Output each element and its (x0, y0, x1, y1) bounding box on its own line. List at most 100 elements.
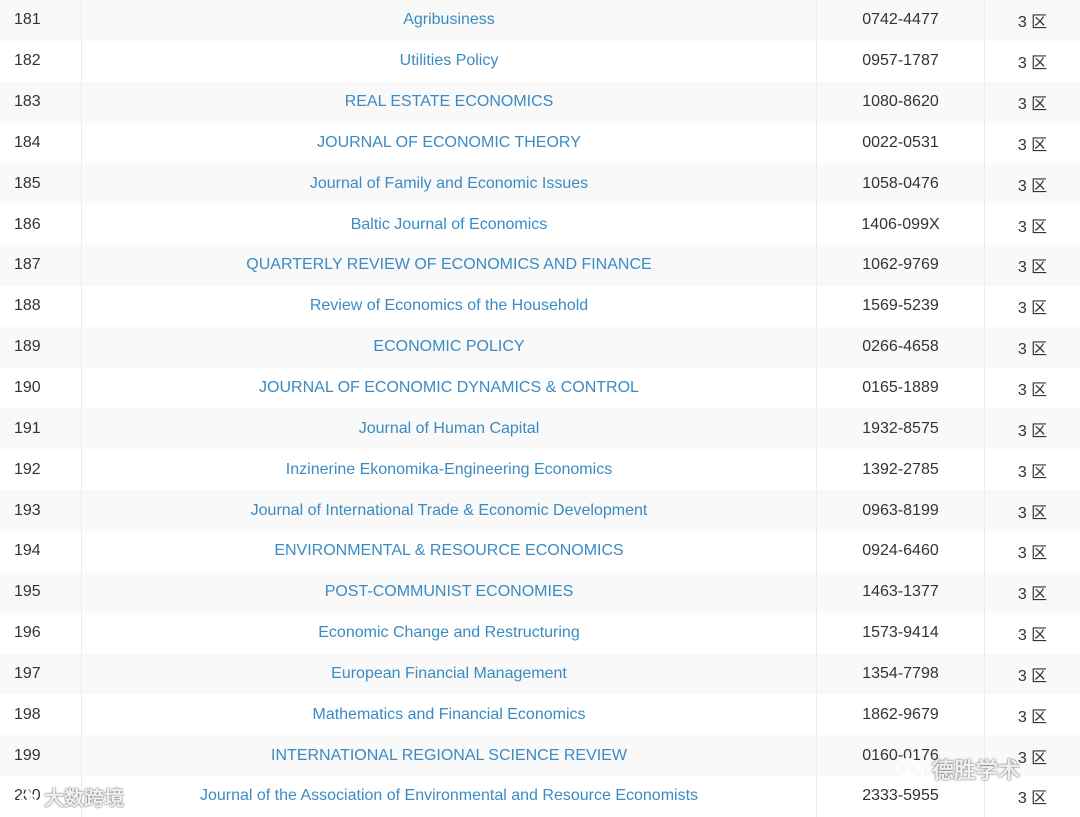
journal-name-link[interactable]: Economic Change and Restructuring (318, 624, 579, 642)
journal-name-cell: QUARTERLY REVIEW OF ECONOMICS AND FINANC… (82, 245, 817, 286)
journal-name-cell: Agribusiness (82, 0, 817, 41)
table-row: 183 REAL ESTATE ECONOMICS 1080-8620 3 区 (0, 81, 1080, 123)
table-row: 192 Inzinerine Ekonomika-Engineering Econ… (0, 449, 1080, 491)
table-row: 188 Review of Economics of the Household 1… (0, 285, 1080, 327)
journal-name-cell: Review of Economics of the Household (82, 285, 817, 327)
journal-name-link[interactable]: Baltic Journal of Economics (351, 216, 548, 234)
issn-cell: 1062-9769 (817, 245, 985, 286)
issn-cell: 1569-5239 (817, 285, 985, 327)
zone-cell: 3 区 (1017, 422, 1048, 440)
issn-cell: 1354-7798 (817, 653, 985, 695)
table-row: 193 Journal of International Trade & Econ… (0, 490, 1080, 531)
rank-cell: 190 (0, 367, 82, 409)
rank-cell: 195 (0, 571, 82, 613)
rank-cell: 191 (0, 408, 82, 450)
issn-cell: 1932-8575 (817, 408, 985, 450)
issn-cell: 0022-0531 (817, 122, 985, 164)
table-row: 199 INTERNATIONAL REGIONAL SCIENCE REVIEW… (0, 735, 1080, 777)
rank-cell: 187 (0, 245, 82, 286)
zone-cell: 3 区 (1017, 463, 1048, 481)
table-row: 198 Mathematics and Financial Economics 18… (0, 694, 1080, 736)
zone-cell: 3 区 (1017, 14, 1048, 32)
journal-name-cell: INTERNATIONAL REGIONAL SCIENCE REVIEW (82, 735, 817, 777)
table-row: 195 POST-COMMUNIST ECONOMIES 1463-1377 3 区 (0, 571, 1080, 613)
table-row: 187 QUARTERLY REVIEW OF ECONOMICS AND FIN… (0, 245, 1080, 286)
journal-name-link[interactable]: QUARTERLY REVIEW OF ECONOMICS AND FINANC… (246, 256, 651, 274)
rank-cell: 194 (0, 530, 82, 572)
journal-name-link[interactable]: ENVIRONMENTAL & RESOURCE ECONOMICS (274, 542, 623, 560)
journal-name-cell: Mathematics and Financial Economics (82, 694, 817, 736)
journal-name-link[interactable]: European Financial Management (331, 665, 567, 683)
zone-cell: 3 区 (1017, 341, 1048, 359)
table-row: 200 Journal of the Association of Environ… (0, 776, 1080, 817)
journal-name-cell: Baltic Journal of Economics (82, 204, 817, 246)
table-row: 181 Agribusiness 0742-4477 3 区 (0, 0, 1080, 41)
journal-name-link[interactable]: POST-COMMUNIST ECONOMIES (325, 583, 574, 601)
journal-name-link[interactable]: REAL ESTATE ECONOMICS (345, 93, 554, 111)
rank-cell: 200 (0, 776, 82, 817)
rank-cell: 183 (0, 81, 82, 123)
journal-name-link[interactable]: Agribusiness (403, 11, 495, 29)
rank-cell: 196 (0, 612, 82, 654)
journal-name-link[interactable]: INTERNATIONAL REGIONAL SCIENCE REVIEW (271, 747, 627, 765)
journal-name-cell: Journal of Human Capital (82, 408, 817, 450)
table-row: 182 Utilities Policy 0957-1787 3 区 (0, 40, 1080, 82)
journal-name-link[interactable]: Inzinerine Ekonomika-Engineering Economi… (286, 461, 612, 479)
journal-name-link[interactable]: Mathematics and Financial Economics (312, 706, 585, 724)
rank-cell: 181 (0, 0, 82, 41)
journal-name-cell: European Financial Management (82, 653, 817, 695)
table-row: 190 JOURNAL OF ECONOMIC DYNAMICS & CONTRO… (0, 367, 1080, 409)
zone-cell: 3 区 (1017, 382, 1048, 400)
journal-name-link[interactable]: Utilities Policy (400, 52, 499, 70)
zone-cell: 3 区 (1017, 545, 1048, 563)
journal-name-cell: ECONOMIC POLICY (82, 326, 817, 368)
journal-name-link[interactable]: Review of Economics of the Household (310, 297, 588, 315)
journal-name-cell: JOURNAL OF ECONOMIC DYNAMICS & CONTROL (82, 367, 817, 409)
zone-cell: 3 区 (1017, 790, 1048, 808)
issn-cell: 1573-9414 (817, 612, 985, 654)
table-row: 191 Journal of Human Capital 1932-8575 3 区 (0, 408, 1080, 450)
issn-cell: 0963-8199 (817, 490, 985, 531)
zone-cell: 3 区 (1017, 627, 1048, 645)
zone-cell: 3 区 (1017, 586, 1048, 604)
journal-table: 181 Agribusiness 0742-4477 3 区 182 Utilities … (0, 0, 1080, 817)
journal-name-cell: Utilities Policy (82, 40, 817, 82)
journal-name-link[interactable]: JOURNAL OF ECONOMIC DYNAMICS & CONTROL (259, 379, 639, 397)
rank-cell: 198 (0, 694, 82, 736)
zone-cell: 3 区 (1017, 55, 1048, 73)
journal-name-link[interactable]: ECONOMIC POLICY (373, 338, 524, 356)
journal-name-cell: REAL ESTATE ECONOMICS (82, 81, 817, 123)
issn-cell: 0957-1787 (817, 40, 985, 82)
zone-cell: 3 区 (1017, 504, 1048, 522)
journal-name-link[interactable]: Journal of Human Capital (359, 420, 540, 438)
rank-cell: 184 (0, 122, 82, 164)
journal-name-cell: ENVIRONMENTAL & RESOURCE ECONOMICS (82, 530, 817, 572)
issn-cell: 0924-6460 (817, 530, 985, 572)
issn-cell: 0160-0176 (817, 735, 985, 777)
issn-cell: 1463-1377 (817, 571, 985, 613)
issn-cell: 2333-5955 (817, 776, 985, 817)
journal-name-link[interactable]: JOURNAL OF ECONOMIC THEORY (317, 134, 581, 152)
issn-cell: 1862-9679 (817, 694, 985, 736)
rank-cell: 188 (0, 285, 82, 327)
rank-cell: 185 (0, 163, 82, 205)
zone-cell: 3 区 (1017, 300, 1048, 318)
zone-cell: 3 区 (1017, 259, 1048, 277)
table-row: 196 Economic Change and Restructuring 1573… (0, 612, 1080, 654)
zone-cell: 3 区 (1017, 177, 1048, 195)
journal-name-link[interactable]: Journal of the Association of Environmen… (200, 787, 698, 805)
table-row: 194 ENVIRONMENTAL & RESOURCE ECONOMICS 092… (0, 530, 1080, 572)
table-row: 197 European Financial Management 1354-779… (0, 653, 1080, 695)
issn-cell: 1406-099X (817, 204, 985, 246)
journal-rows: 181 Agribusiness 0742-4477 3 区 182 Utilities … (0, 0, 1080, 817)
journal-name-link[interactable]: Journal of International Trade & Economi… (251, 502, 648, 520)
table-row: 184 JOURNAL OF ECONOMIC THEORY 0022-0531 3 … (0, 122, 1080, 164)
zone-cell: 3 区 (1017, 218, 1048, 236)
table-row: 186 Baltic Journal of Economics 1406-099X 3… (0, 204, 1080, 246)
rank-cell: 193 (0, 490, 82, 531)
journal-name-link[interactable]: Journal of Family and Economic Issues (310, 175, 588, 193)
zone-cell: 3 区 (1017, 749, 1048, 767)
journal-name-cell: Inzinerine Ekonomika-Engineering Economi… (82, 449, 817, 491)
journal-name-cell: Journal of the Association of Environmen… (82, 776, 817, 817)
journal-name-cell: Journal of Family and Economic Issues (82, 163, 817, 205)
